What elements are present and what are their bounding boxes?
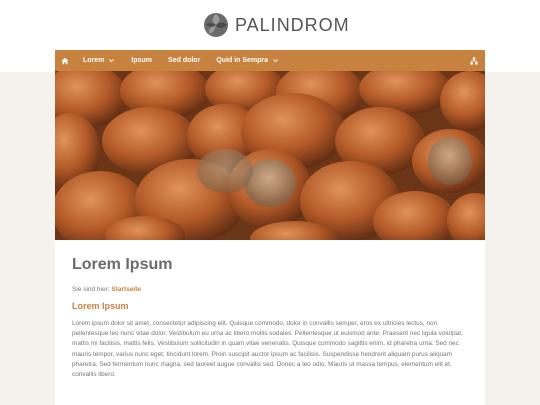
- hero-image: [55, 71, 485, 240]
- home-icon: [61, 57, 69, 64]
- page-title: Lorem Ipsum: [72, 256, 173, 273]
- body-paragraph: Lorem ipsum dolor sit amet, consectetur …: [72, 320, 463, 379]
- breadcrumb-link-home[interactable]: Startseite: [111, 286, 141, 293]
- logo-mark-icon: [204, 13, 228, 37]
- sitemap-button[interactable]: [467, 50, 481, 71]
- nav-item-label: Quid in Sempra: [216, 57, 269, 64]
- nav-item-label: Ipsum: [131, 57, 153, 64]
- main-nav: Lorem Ipsum Sed dolor Quid in Sempra: [55, 50, 485, 71]
- nav-item-sed-dolor[interactable]: Sed dolor: [160, 50, 208, 71]
- chevron-down-icon: [109, 59, 115, 63]
- logo-text: PALINDROM: [235, 14, 350, 35]
- nav-item-quid-in-sempra[interactable]: Quid in Sempra: [208, 50, 287, 71]
- chevron-down-icon: [273, 59, 278, 63]
- site-logo[interactable]: PALINDROM: [203, 12, 350, 38]
- nav-item-label: Sed dolor: [168, 57, 201, 64]
- nav-item-label: Lorem: [83, 57, 105, 64]
- hazelnuts-photo: [55, 71, 485, 240]
- page-container: Lorem Ipsum Sed dolor Quid in Sempra Lor…: [55, 50, 485, 405]
- sitemap-icon: [470, 56, 478, 65]
- nav-item-lorem[interactable]: Lorem: [75, 50, 123, 71]
- breadcrumb: Sie sind hier: Startseite: [72, 286, 467, 293]
- breadcrumb-prefix: Sie sind hier:: [72, 286, 110, 293]
- main-content: Lorem Ipsum Sie sind hier: Startseite Lo…: [72, 256, 467, 387]
- nav-home-button[interactable]: [55, 50, 75, 71]
- nav-item-ipsum[interactable]: Ipsum: [123, 50, 160, 71]
- section-heading: Lorem Ipsum: [72, 301, 129, 311]
